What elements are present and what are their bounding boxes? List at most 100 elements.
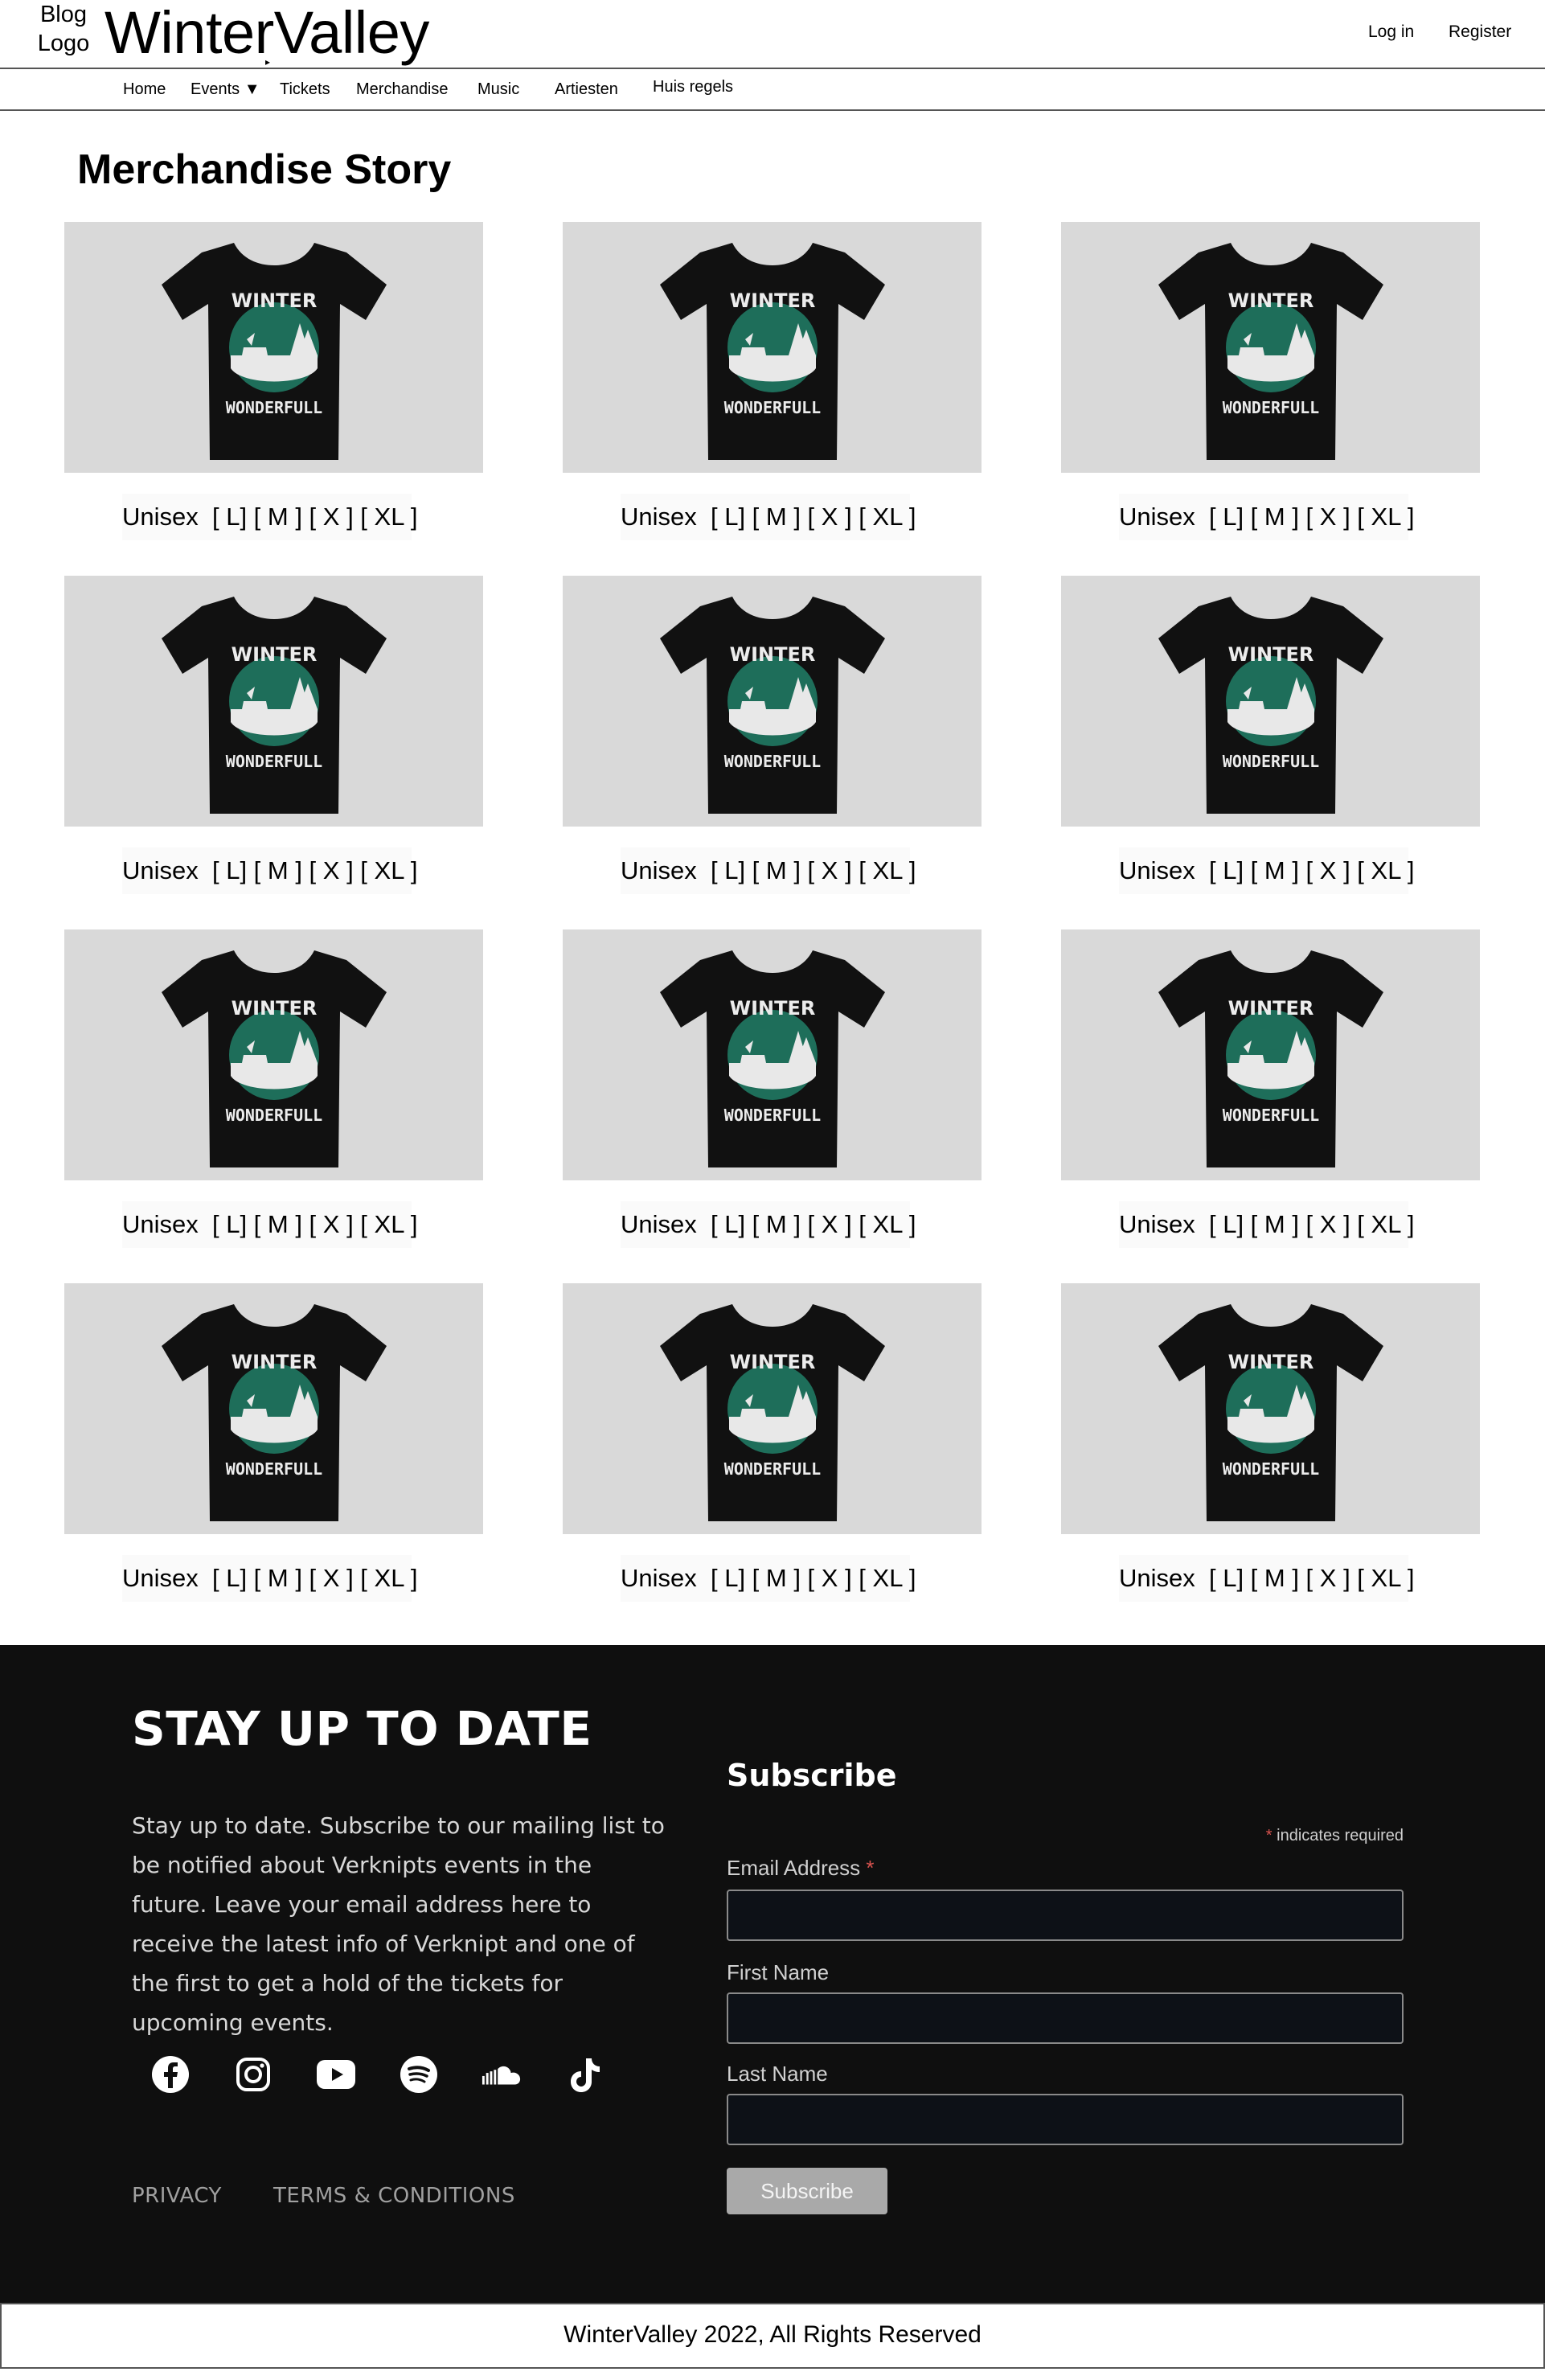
nav-merchandise[interactable]: Merchandise [356,79,449,100]
soundcloud-icon[interactable] [481,2054,523,2095]
shirt-top-text: WINTER [1227,997,1313,1020]
newsletter-footer: STAY UP TO DATE Stay up to date. Subscri… [0,1645,1545,2303]
shirt-top-text: WINTER [1227,643,1313,666]
mouse-cursor-icon: ▸ [265,56,271,68]
main-nav: Home Events ▼ Tickets Merchandise Music … [0,69,1545,111]
product-image[interactable]: WINTER WONDERFULL [1061,929,1480,1180]
tshirt-image: WINTER WONDERFULL [161,597,387,814]
last-name-label: Last Name [727,2062,828,2086]
register-link[interactable]: Register [1449,23,1511,42]
nav-huis-regels[interactable]: Huis regels [653,76,733,97]
tshirt-image: WINTER WONDERFULL [1158,1304,1383,1521]
spotify-icon[interactable] [398,2054,440,2095]
product-size-options: Unisex [ L] [ M ] [ X ] [ XL ] [122,1201,418,1248]
facebook-icon[interactable] [150,2054,191,2095]
shirt-bottom-text: WONDERFULL [1222,1106,1318,1125]
product-image[interactable]: WINTER WONDERFULL [1061,1283,1480,1534]
product-image[interactable]: WINTER WONDERFULL [1061,222,1480,473]
nav-tickets[interactable]: Tickets [280,79,330,100]
product-size-options: Unisex [ L] [ M ] [ X ] [ XL ] [122,1555,418,1602]
product-image[interactable]: WINTER WONDERFULL [64,1283,483,1534]
shirt-bottom-text: WONDERFULL [723,398,820,417]
shirt-top-text: WINTER [729,997,815,1020]
product-image[interactable]: WINTER WONDERFULL [563,222,982,473]
product-image[interactable]: WINTER WONDERFULL [64,576,483,827]
required-star: * [1265,1827,1272,1844]
product-size-options: Unisex [ L] [ M ] [ X ] [ XL ] [1119,494,1415,540]
nav-music[interactable]: Music [477,79,519,100]
shirt-bottom-text: WONDERFULL [1222,398,1318,417]
tshirt-image: WINTER WONDERFULL [161,950,387,1167]
product-size-options: Unisex [ L] [ M ] [ X ] [ XL ] [122,847,418,894]
tshirt-image: WINTER WONDERFULL [1158,243,1383,460]
required-note: * indicates required [1266,1827,1404,1845]
tshirt-image: WINTER WONDERFULL [1158,950,1383,1167]
blog-logo[interactable]: Blog Logo [35,0,92,58]
blog-logo-line2: Logo [37,31,90,56]
footer-heading: STAY UP TO DATE [132,1701,592,1756]
shirt-top-text: WINTER [1227,1351,1313,1373]
shirt-top-text: WINTER [729,643,815,666]
shirt-bottom-text: WONDERFULL [225,1459,322,1479]
nav-events-dropdown[interactable]: Events ▼ [191,79,260,100]
first-name-label: First Name [727,1960,830,1984]
nav-artiesten[interactable]: Artiesten [555,79,618,100]
shirt-top-text: WINTER [231,1351,317,1373]
product-image[interactable]: WINTER WONDERFULL [563,576,982,827]
shirt-bottom-text: WONDERFULL [225,1106,322,1125]
shirt-bottom-text: WONDERFULL [225,398,322,417]
shirt-top-text: WINTER [231,643,317,666]
shirt-bottom-text: WONDERFULL [1222,1459,1318,1479]
email-field[interactable] [727,1890,1404,1941]
shirt-bottom-text: WONDERFULL [1222,752,1318,771]
instagram-icon[interactable] [232,2054,274,2095]
shirt-top-text: WINTER [231,289,317,312]
email-required-star: * [866,1856,875,1880]
terms-link[interactable]: TERMS & CONDITIONS [273,2184,515,2208]
page-title: Merchandise Story [77,146,452,193]
product-size-options: Unisex [ L] [ M ] [ X ] [ XL ] [621,494,916,540]
blog-logo-line1: Blog [39,2,88,27]
shirt-bottom-text: WONDERFULL [723,752,820,771]
shirt-bottom-text: WONDERFULL [723,1459,820,1479]
copyright-bar: WinterValley 2022, All Rights Reserved [0,2303,1545,2369]
shirt-bottom-text: WONDERFULL [225,752,322,771]
page: Blog Logo WinterValley ▸ Log in Register… [0,0,1545,2380]
product-image[interactable]: WINTER WONDERFULL [64,222,483,473]
product-size-options: Unisex [ L] [ M ] [ X ] [ XL ] [1119,1201,1415,1248]
product-size-options: Unisex [ L] [ M ] [ X ] [ XL ] [621,847,916,894]
privacy-link[interactable]: PRIVACY [132,2184,222,2208]
product-image[interactable]: WINTER WONDERFULL [1061,576,1480,827]
email-label-text: Email Address [727,1856,861,1880]
email-label: Email Address * [727,1856,875,1881]
product-size-options: Unisex [ L] [ M ] [ X ] [ XL ] [1119,1555,1415,1602]
product-size-options: Unisex [ L] [ M ] [ X ] [ XL ] [621,1201,916,1248]
nav-home[interactable]: Home [123,79,166,100]
login-link[interactable]: Log in [1368,23,1414,42]
tshirt-image: WINTER WONDERFULL [1158,597,1383,814]
youtube-icon[interactable] [315,2054,357,2095]
shirt-bottom-text: WONDERFULL [723,1106,820,1125]
last-name-field[interactable] [727,2094,1404,2145]
product-image[interactable]: WINTER WONDERFULL [563,929,982,1180]
required-note-text: indicates required [1277,1827,1404,1844]
shirt-top-text: WINTER [729,289,815,312]
tshirt-image: WINTER WONDERFULL [161,243,387,460]
subscribe-title: Subscribe [727,1758,897,1793]
tshirt-image: WINTER WONDERFULL [659,950,885,1167]
shirt-top-text: WINTER [1227,289,1313,312]
tshirt-image: WINTER WONDERFULL [659,1304,885,1521]
site-header: Blog Logo WinterValley ▸ Log in Register [0,0,1545,69]
product-image[interactable]: WINTER WONDERFULL [563,1283,982,1534]
tiktok-icon[interactable] [563,2054,605,2095]
footer-description: Stay up to date. Subscribe to our mailin… [132,1812,665,2036]
tshirt-image: WINTER WONDERFULL [659,243,885,460]
product-size-options: Unisex [ L] [ M ] [ X ] [ XL ] [1119,847,1415,894]
first-name-field[interactable] [727,1992,1404,2044]
tshirt-image: WINTER WONDERFULL [659,597,885,814]
subscribe-button[interactable]: Subscribe [727,2168,887,2214]
tshirt-image: WINTER WONDERFULL [161,1304,387,1521]
product-size-options: Unisex [ L] [ M ] [ X ] [ XL ] [122,494,418,540]
product-image[interactable]: WINTER WONDERFULL [64,929,483,1180]
shirt-top-text: WINTER [729,1351,815,1373]
